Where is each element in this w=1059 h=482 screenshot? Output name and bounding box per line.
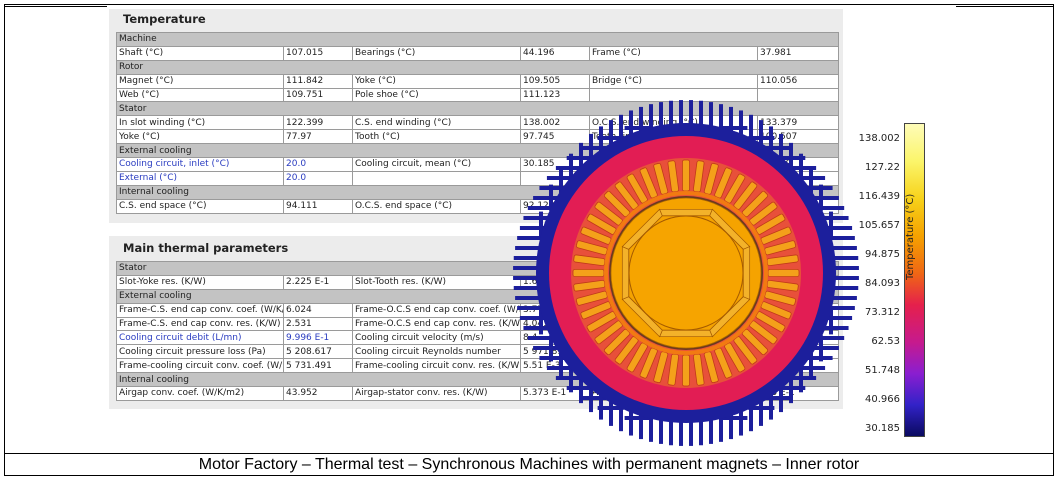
temperature-color-scale: [904, 123, 925, 437]
cooling-fin: [513, 286, 540, 290]
winding-conductor: [682, 354, 690, 387]
rotor-magnet: [621, 246, 630, 300]
cooling-fin: [523, 326, 550, 330]
cooling-fin: [669, 100, 673, 127]
cooling-fin: [629, 110, 633, 137]
color-scale-tick-label: 62.53: [871, 336, 900, 347]
cooling-fin: [639, 413, 643, 440]
stator-slot: [682, 159, 690, 192]
color-scale-tick-label: 105.657: [858, 220, 900, 231]
figure-caption: Motor Factory – Thermal test – Synchrono…: [198, 456, 860, 473]
caption-rule: [4, 453, 1054, 454]
cooling-fin: [639, 106, 643, 133]
cooling-fin: [812, 346, 839, 350]
color-scale-tick-label: 127.22: [865, 162, 900, 173]
stator-slot: [572, 269, 605, 277]
cooling-fin: [729, 106, 733, 133]
rotor-shaft: [628, 215, 744, 331]
cooling-fin: [699, 100, 703, 127]
rotor-magnet: [742, 246, 751, 300]
cooling-fin: [523, 216, 550, 220]
cooling-fin: [759, 120, 763, 147]
winding-conductor: [682, 159, 690, 192]
cooling-fin: [689, 419, 693, 446]
rotor-magnet: [659, 208, 713, 217]
cooling-fin: [699, 419, 703, 446]
cooling-fin: [649, 104, 653, 131]
stator-slot: [767, 269, 800, 277]
cooling-fin: [729, 413, 733, 440]
color-scale-tick-label: 116.439: [858, 191, 900, 202]
cooling-fin: [749, 114, 753, 141]
cooling-fin: [739, 110, 743, 137]
winding-conductor: [572, 269, 605, 277]
cooling-fin: [515, 246, 542, 250]
color-scale-tick-label: 40.966: [865, 394, 900, 405]
cooling-fin: [669, 419, 673, 446]
cooling-fin: [739, 409, 743, 436]
cooling-fin: [719, 415, 723, 442]
cooling-fin: [515, 296, 542, 300]
cooling-fin: [659, 417, 663, 444]
rotor-magnet: [659, 329, 713, 338]
cooling-fin: [822, 326, 849, 330]
cooling-fin: [709, 102, 713, 129]
cooling-fin: [629, 409, 633, 436]
cooling-fin: [689, 100, 693, 127]
cooling-fin: [609, 399, 613, 426]
cooling-fin: [513, 266, 540, 270]
cooling-fin: [679, 419, 683, 446]
cooling-fin: [609, 120, 613, 147]
cooling-fin: [513, 256, 540, 260]
cooling-fin: [649, 415, 653, 442]
cooling-fin: [822, 216, 849, 220]
cooling-fin: [749, 405, 753, 432]
color-scale-tick-label: 51.748: [865, 365, 900, 376]
stator-slot: [682, 354, 690, 387]
color-scale-tick-label: 94.875: [865, 249, 900, 260]
cooling-fin: [759, 399, 763, 426]
cooling-fin: [659, 102, 663, 129]
cooling-fin: [619, 405, 623, 432]
cooling-fin: [812, 196, 839, 200]
cooling-fin: [533, 346, 560, 350]
cooling-fin: [533, 196, 560, 200]
color-scale-tick-label: 73.312: [865, 307, 900, 318]
cooling-fin: [709, 417, 713, 444]
cooling-fin: [832, 266, 859, 270]
cooling-fin: [513, 276, 540, 280]
cooling-fin: [719, 104, 723, 131]
color-scale-tick-label: 30.185: [865, 423, 900, 434]
motor-cross-section-thermal-map: [513, 100, 859, 446]
winding-conductor: [767, 269, 800, 277]
color-scale-title: Temperature (°C): [905, 193, 916, 280]
color-scale-tick-label: 138.002: [858, 133, 900, 144]
cooling-fin: [679, 100, 683, 127]
cooling-fin: [830, 296, 857, 300]
cooling-fin: [619, 114, 623, 141]
color-scale-tick-label: 84.093: [865, 278, 900, 289]
